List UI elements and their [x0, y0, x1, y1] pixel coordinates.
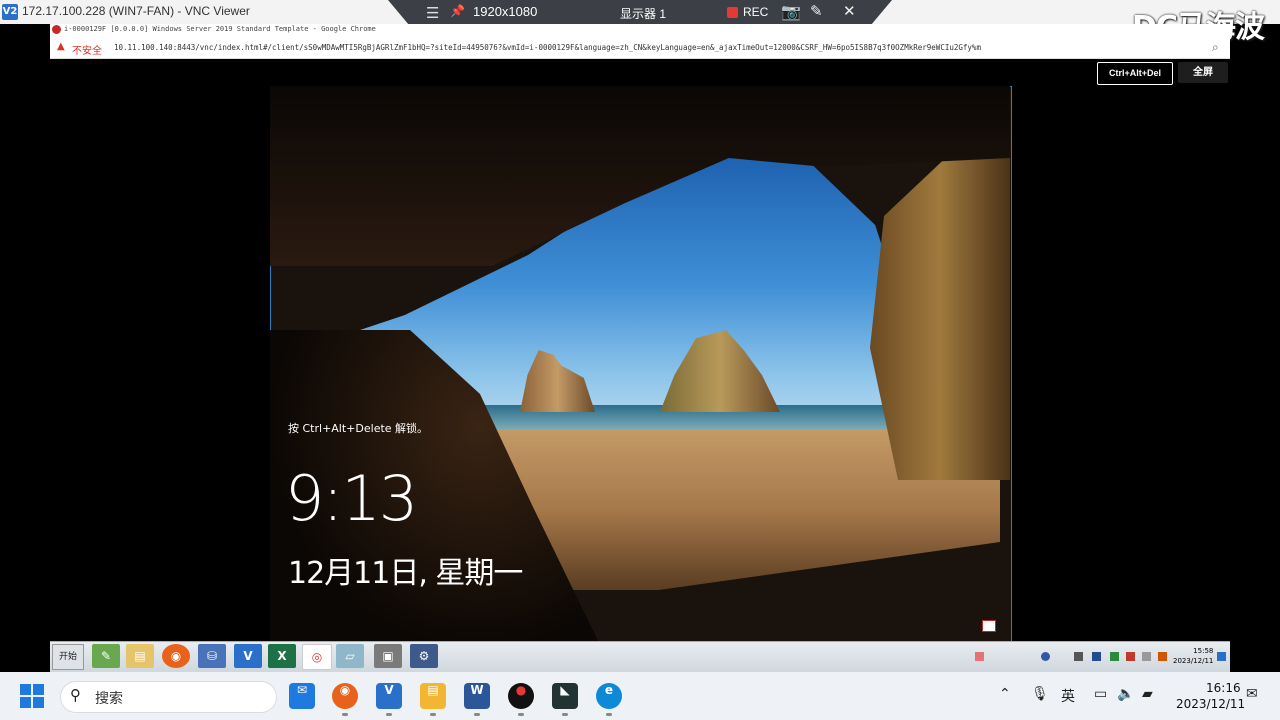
firefox-icon[interactable]: ◉: [332, 683, 358, 709]
running-indicator: [562, 713, 568, 716]
pen-icon[interactable]: ✎: [810, 2, 823, 20]
battery-icon[interactable]: ▰: [1142, 686, 1153, 702]
volume-icon[interactable]: 🔈: [1117, 686, 1134, 702]
recorder-icon[interactable]: ●: [508, 683, 534, 709]
lock-time: 9:13: [285, 462, 418, 535]
tray-sync-icon[interactable]: [1110, 652, 1119, 661]
remote-taskbar: [50, 641, 1230, 673]
search-placeholder: 搜索: [95, 691, 123, 707]
host-clock-date[interactable]: 2023/12/11: [1176, 697, 1245, 711]
fullscreen-button[interactable]: 全屏: [1178, 62, 1228, 83]
camera-icon[interactable]: 📷: [781, 2, 801, 21]
ime-indicator[interactable]: 英: [1061, 686, 1075, 706]
computer-icon[interactable]: ▣: [374, 644, 402, 668]
remote-clock[interactable]: 15:58 2023/12/11: [1173, 646, 1213, 666]
chrome-icon[interactable]: ◎: [302, 644, 332, 670]
ctrl-alt-del-button[interactable]: Ctrl+Alt+Del: [1097, 62, 1173, 85]
url-text[interactable]: 10.11.100.140:8443/vnc/index.html#/clien…: [114, 43, 981, 52]
windows-start-icon[interactable]: [20, 684, 44, 708]
folder-icon[interactable]: ▤: [126, 644, 154, 668]
firefox-icon[interactable]: ◉: [162, 644, 190, 668]
excel-icon[interactable]: X: [268, 644, 296, 668]
search-box[interactable]: [60, 681, 277, 713]
network-icon[interactable]: [982, 620, 996, 632]
lock-date: 12月11日, 星期一: [288, 556, 523, 591]
microphone-icon[interactable]: 🎙: [1031, 686, 1049, 702]
unlock-hint: 按 Ctrl+Alt+Delete 解锁。: [288, 422, 429, 435]
tray-network-icon[interactable]: [975, 652, 984, 661]
pin-icon[interactable]: 📌: [450, 4, 465, 18]
notification-icon[interactable]: ✉: [1246, 686, 1258, 702]
network-icon[interactable]: ▭: [1094, 686, 1107, 702]
tray-app-icon[interactable]: [1092, 652, 1101, 661]
running-indicator: [606, 713, 612, 716]
mail-app-icon[interactable]: ✉: [289, 683, 315, 709]
zoom-icon[interactable]: ⌕: [1212, 40, 1219, 55]
settings-icon[interactable]: ⚙: [410, 644, 438, 668]
edge-icon[interactable]: e: [596, 683, 622, 709]
chrome-tab-title: i-0000129F [0.0.0.0] Windows Server 2019…: [64, 25, 376, 33]
help-icon[interactable]: [1041, 652, 1050, 661]
network-app-icon[interactable]: ⛁: [198, 644, 226, 668]
running-indicator: [342, 713, 348, 716]
menu-icon[interactable]: ☰: [426, 4, 439, 22]
word-icon[interactable]: W: [464, 683, 490, 709]
record-icon[interactable]: [727, 7, 738, 18]
tray-volume-icon[interactable]: [1142, 652, 1151, 661]
remote-clock-date: 2023/12/11: [1173, 657, 1214, 665]
huawei-icon: [52, 25, 61, 34]
show-desktop-icon[interactable]: [1217, 652, 1226, 661]
tray-monitor-icon[interactable]: [1074, 652, 1083, 661]
display-selector[interactable]: 显示器 1: [620, 5, 666, 22]
disk-icon[interactable]: ▱: [336, 644, 364, 668]
remote-clock-time: 15:58: [1193, 647, 1214, 655]
vnc-viewer-icon[interactable]: V: [376, 683, 402, 709]
vnc-icon[interactable]: V: [234, 644, 262, 668]
warning-icon[interactable]: ▲: [57, 41, 65, 52]
tray-power-icon[interactable]: [1158, 652, 1167, 661]
paint-icon[interactable]: ✎: [92, 644, 120, 668]
host-clock-time[interactable]: 16:16: [1206, 681, 1241, 695]
vnc-logo-icon: V2: [2, 4, 18, 20]
running-indicator: [430, 713, 436, 716]
running-indicator: [386, 713, 392, 716]
cat-app-icon[interactable]: ◣: [552, 683, 578, 709]
tray-shield-icon[interactable]: [1126, 652, 1135, 661]
search-icon: ⚲: [70, 686, 81, 704]
close-icon[interactable]: ✕: [843, 2, 856, 20]
security-label[interactable]: 不安全: [72, 42, 102, 57]
resolution-label[interactable]: 1920x1080: [473, 4, 537, 19]
remote-start-button[interactable]: 开始: [52, 644, 84, 670]
running-indicator: [474, 713, 480, 716]
chevron-up-icon[interactable]: ⌃: [999, 686, 1011, 702]
file-explorer-icon[interactable]: ▤: [420, 683, 446, 709]
record-button[interactable]: REC: [743, 5, 768, 19]
running-indicator: [518, 713, 524, 716]
window-title: 172.17.100.228 (WIN7-FAN) - VNC Viewer: [22, 4, 250, 18]
